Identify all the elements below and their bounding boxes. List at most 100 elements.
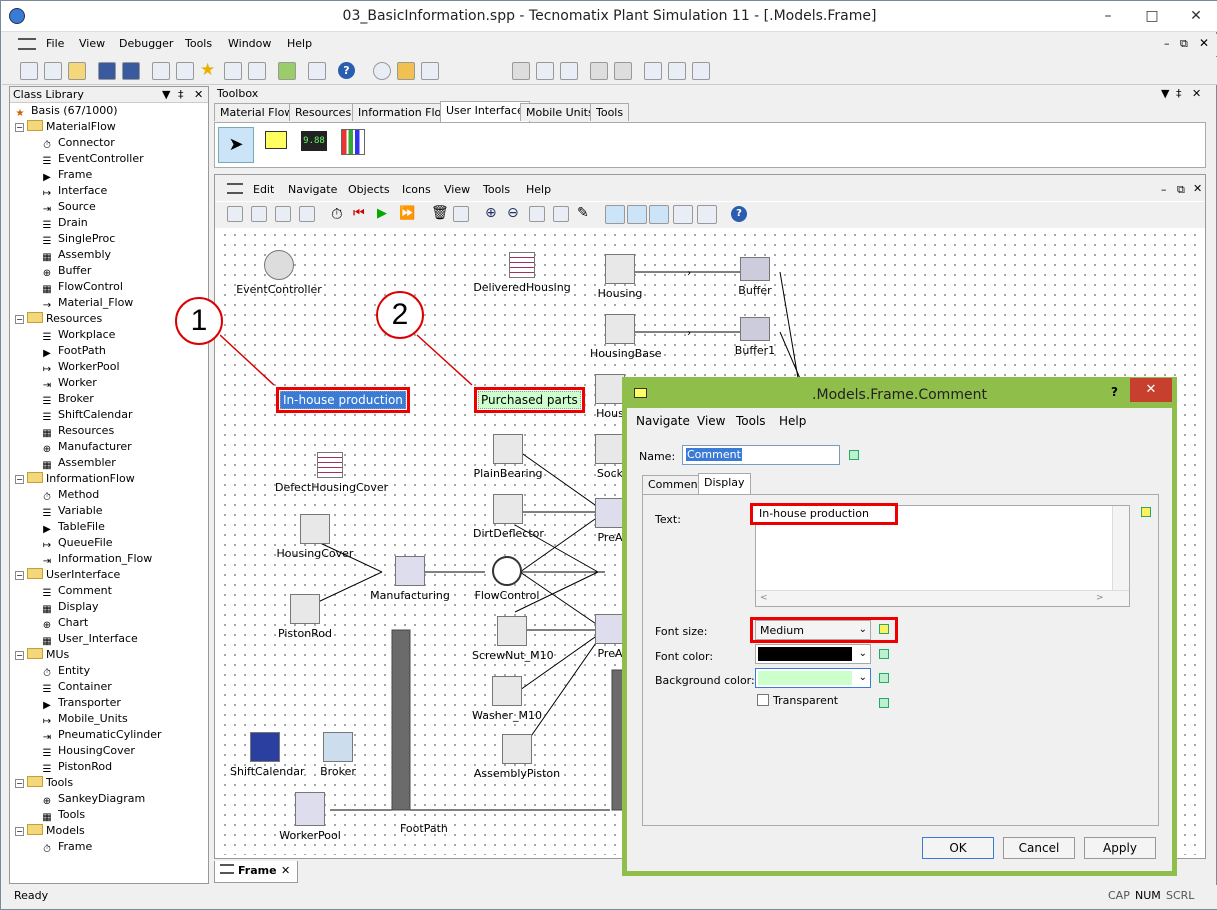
plain-bearing-object[interactable]: PlainBearing (473, 434, 543, 480)
tree-item[interactable]: ▦ FlowControl (40, 279, 123, 295)
pencil-icon[interactable]: ✎ (577, 205, 589, 221)
tree-item[interactable]: ☰ SingleProc (40, 231, 116, 247)
tree-root[interactable]: ★ Basis (67/1000) (13, 103, 118, 119)
buffer1-object[interactable]: Buffer1 (730, 317, 780, 357)
frame-menu-view[interactable]: View (444, 183, 470, 196)
tree-item[interactable]: ▶ Transporter (40, 695, 121, 711)
tree-item[interactable]: ▶ TableFile (40, 519, 105, 535)
tree-item[interactable]: ☰ Drain (40, 215, 88, 231)
3d-icon[interactable] (176, 62, 194, 80)
font-size-inherit-icon[interactable] (879, 624, 889, 634)
tree-item[interactable]: ☰ Comment (40, 583, 112, 599)
tree-item[interactable]: ▦ Assembly (40, 247, 111, 263)
collapse-icon[interactable]: − (15, 827, 24, 836)
scroll-right-icon[interactable]: > (1096, 593, 1104, 603)
font-size-select[interactable]: Medium ⌄ (755, 620, 871, 640)
mdi-restore-icon[interactable]: ⧉ (1180, 37, 1188, 51)
screw-nut-object[interactable]: ScrewNut_M10 (472, 616, 554, 662)
collapse-icon[interactable]: − (15, 651, 24, 660)
toolbox-dropdown-icon[interactable]: ▼ (1161, 86, 1169, 102)
help-icon[interactable]: ? (338, 62, 355, 79)
frame-close-icon[interactable]: ✕ (1193, 182, 1202, 195)
menu-view[interactable]: View (79, 37, 105, 50)
tree-folder[interactable]: − Models (15, 823, 85, 839)
buffer-object[interactable]: Buffer (730, 257, 780, 297)
up-icon[interactable] (251, 206, 267, 222)
text-area-scroll-horz[interactable]: < > (756, 590, 1129, 606)
tree-item[interactable]: ☰ EventController (40, 151, 144, 167)
timer-icon[interactable] (644, 62, 662, 80)
name-field[interactable]: Comment (682, 445, 840, 465)
frame-help-icon[interactable]: ? (731, 206, 747, 222)
comment-tool-icon[interactable] (265, 131, 287, 149)
event-controller-icon[interactable]: ⏱ (331, 205, 343, 223)
frame-menu-edit[interactable]: Edit (253, 183, 274, 196)
dialog-close-button[interactable]: ✕ (1130, 378, 1172, 402)
tree-item[interactable]: ⇥ Source (40, 199, 96, 215)
tree-folder[interactable]: − Tools (15, 775, 73, 791)
bg-color-inherit-icon[interactable] (879, 673, 889, 683)
text-area-scroll-vert[interactable] (1112, 506, 1129, 590)
broom-icon[interactable] (453, 206, 469, 222)
manufacturing-object[interactable]: Manufacturing (370, 556, 450, 602)
housing-trunc-object[interactable]: Hous (595, 374, 625, 420)
pre-assembly-2-object[interactable]: PreA (595, 614, 625, 660)
dialog-menu-navigate[interactable]: Navigate (636, 414, 690, 428)
bg-color-select[interactable]: ⌄ (755, 668, 871, 688)
step-icon[interactable] (560, 62, 578, 80)
collapse-icon[interactable]: − (15, 315, 24, 324)
start-icon[interactable]: ▶ (377, 206, 387, 221)
tree-item[interactable]: ▶ FootPath (40, 343, 106, 359)
tree-item[interactable]: ↦ QueueFile (40, 535, 113, 551)
collapse-icon[interactable]: − (15, 571, 24, 580)
favorites-icon[interactable]: ★ (200, 60, 215, 80)
assembly-piston-object[interactable]: AssemblyPiston (472, 734, 562, 780)
maximize-button[interactable]: □ (1130, 1, 1174, 32)
tree-item[interactable]: ⊕ Manufacturer (40, 439, 132, 455)
list2-icon[interactable] (614, 62, 632, 80)
frame-menu-tools[interactable]: Tools (483, 183, 510, 196)
display-tool-icon[interactable]: 9.88 (301, 131, 327, 151)
debug-bug-icon[interactable] (512, 62, 530, 80)
frame-tab-close-icon[interactable]: ✕ (281, 864, 290, 877)
zoom-fit-icon[interactable] (529, 206, 545, 222)
dialog-menu-view[interactable]: View (697, 414, 725, 428)
timer3-icon[interactable] (692, 62, 710, 80)
transparent-checkbox[interactable] (757, 694, 769, 706)
cancel-button[interactable]: Cancel (1003, 837, 1075, 859)
worker-mode-icon[interactable] (697, 205, 717, 224)
ok-button[interactable]: OK (922, 837, 994, 859)
connector-mode-icon[interactable] (627, 205, 647, 224)
timer2-icon[interactable] (668, 62, 686, 80)
name-inherit-icon[interactable] (849, 450, 859, 460)
clock-icon[interactable] (373, 62, 391, 80)
properties-icon[interactable] (248, 62, 266, 80)
breakpoint-icon[interactable] (536, 62, 554, 80)
insert-mode-icon[interactable] (605, 205, 625, 224)
comment-purchased-parts[interactable]: Purchased parts (474, 387, 585, 413)
console-icon[interactable] (224, 62, 242, 80)
pin-icon[interactable]: ‡ (178, 87, 184, 103)
apply-button[interactable]: Apply (1084, 837, 1156, 859)
event-controller-object[interactable]: EventController (234, 250, 324, 296)
tree-item[interactable]: ⏱ Frame (40, 839, 92, 855)
menu-file[interactable]: File (46, 37, 64, 50)
save-all-icon[interactable] (122, 62, 140, 80)
dialog-tab-display[interactable]: Display (698, 473, 751, 495)
tree-item[interactable]: ▦ Assembler (40, 455, 116, 471)
collapse-icon[interactable]: − (15, 123, 24, 132)
tree-item[interactable]: ▦ Display (40, 599, 98, 615)
dialog-menu-tools[interactable]: Tools (736, 414, 766, 428)
tree-item[interactable]: ▦ Tools (40, 807, 85, 823)
class-library-icon[interactable] (152, 62, 170, 80)
tree-item[interactable]: ▦ User_Interface (40, 631, 138, 647)
fast-forward-icon[interactable]: ⏩ (399, 206, 415, 221)
tree-item[interactable]: ☰ PistonRod (40, 759, 113, 775)
new-icon[interactable] (20, 62, 38, 80)
menu-help[interactable]: Help (287, 37, 312, 50)
tree-item[interactable]: ↦ Interface (40, 183, 107, 199)
zoom-in-icon[interactable]: ⊕ (485, 205, 497, 221)
tab-resources[interactable]: Resources (289, 103, 358, 121)
tree-item[interactable]: ⏱ Method (40, 487, 99, 503)
tree-folder[interactable]: − MUs (15, 647, 69, 663)
